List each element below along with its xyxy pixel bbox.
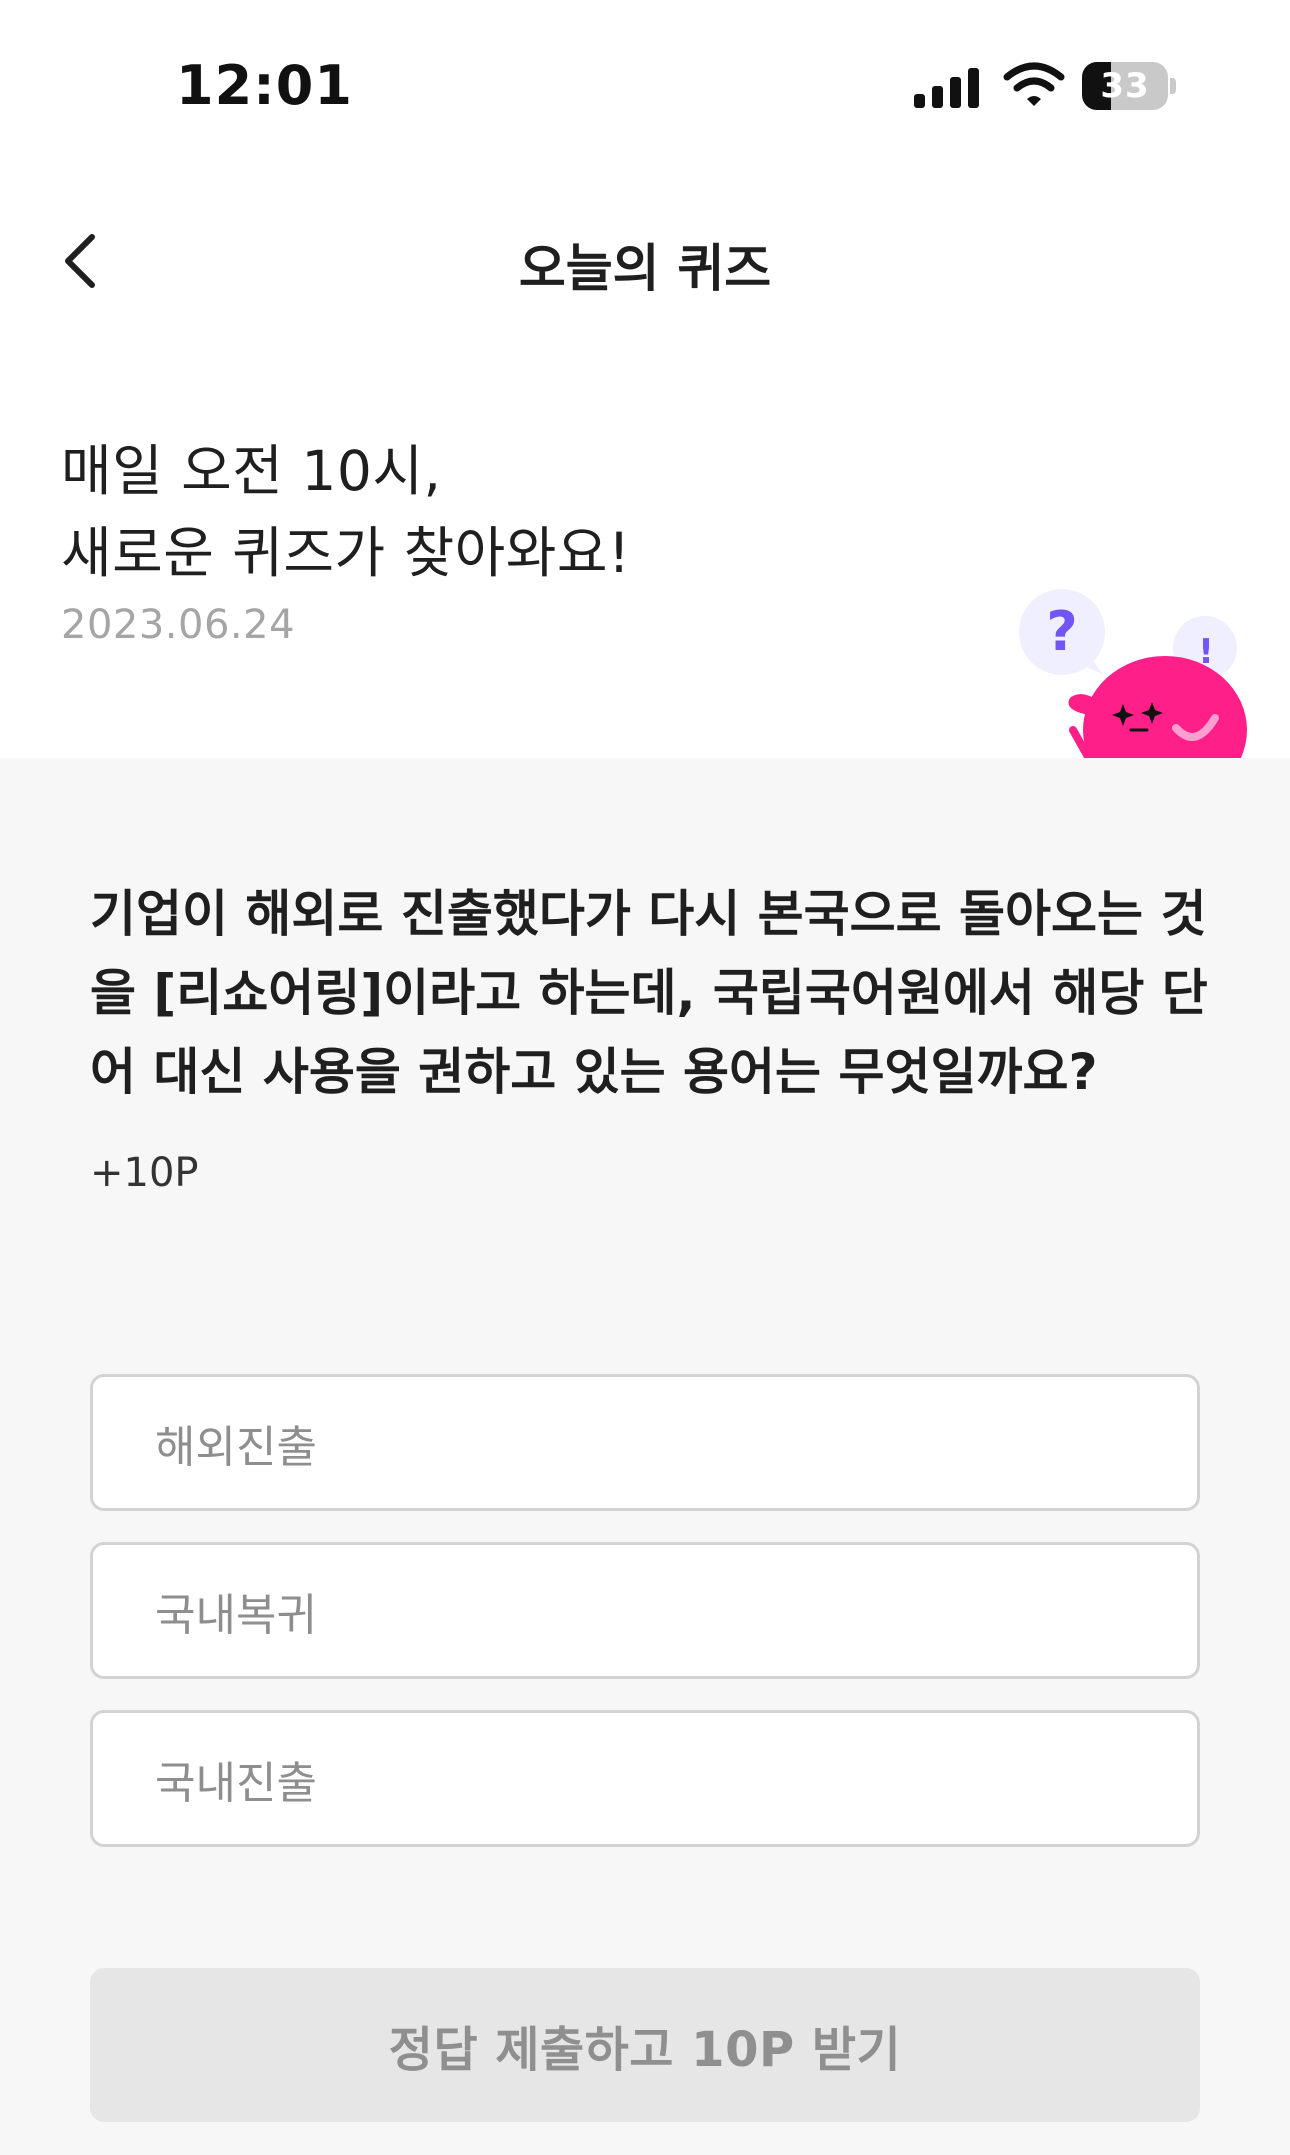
navigation-bar: 오늘의 퀴즈 — [0, 205, 1290, 315]
quiz-question: 기업이 해외로 진출했다가 다시 본국으로 돌아오는 것을 [리쇼어링]이라고 … — [90, 885, 1208, 1101]
question-mark: ? — [1046, 600, 1077, 663]
submit-answer-button[interactable]: 정답 제출하고 10P 받기 — [90, 1968, 1200, 2122]
quiz-date: 2023.06.24 — [61, 602, 296, 648]
wifi-icon — [1003, 62, 1065, 106]
answer-option[interactable]: 국내복귀 — [90, 1542, 1200, 1679]
signal-icon — [914, 66, 984, 108]
battery-tip — [1170, 78, 1176, 94]
intro-line-2: 새로운 퀴즈가 찾아와요! — [61, 521, 631, 585]
intro-line-1: 매일 오전 10시, — [61, 439, 442, 503]
page-title: 오늘의 퀴즈 — [518, 240, 772, 299]
status-bar: 12:01 33 — [0, 0, 1290, 170]
answer-option[interactable]: 국내진출 — [90, 1710, 1200, 1847]
battery-icon: 33 — [1082, 62, 1176, 110]
battery-level: 33 — [1100, 66, 1150, 106]
status-time: 12:01 — [176, 54, 353, 117]
quiz-question-section: 기업이 해외로 진출했다가 다시 본국으로 돌아오는 것을 [리쇼어링]이라고 … — [90, 875, 1210, 1196]
header-area: 12:01 33 오늘의 퀴즈 매일 오전 10시, 새로운 퀴즈가 찾아와요!… — [0, 0, 1290, 758]
question-bubble: ? — [1019, 589, 1105, 675]
answer-options: 해외진출 국내복귀 국내진출 — [90, 1374, 1200, 1878]
mascot-illustration: ? ! — [1019, 589, 1247, 758]
answer-option[interactable]: 해외진출 — [90, 1374, 1200, 1511]
battery-body: 33 — [1082, 62, 1168, 110]
quiz-page: 12:01 33 오늘의 퀴즈 매일 오전 10시, 새로운 퀴즈가 찾아와요!… — [0, 0, 1290, 2155]
reward-points: +10P — [90, 1150, 199, 1196]
quiz-intro: 매일 오전 10시, 새로운 퀴즈가 찾아와요! 2023.06.24 — [61, 430, 961, 648]
